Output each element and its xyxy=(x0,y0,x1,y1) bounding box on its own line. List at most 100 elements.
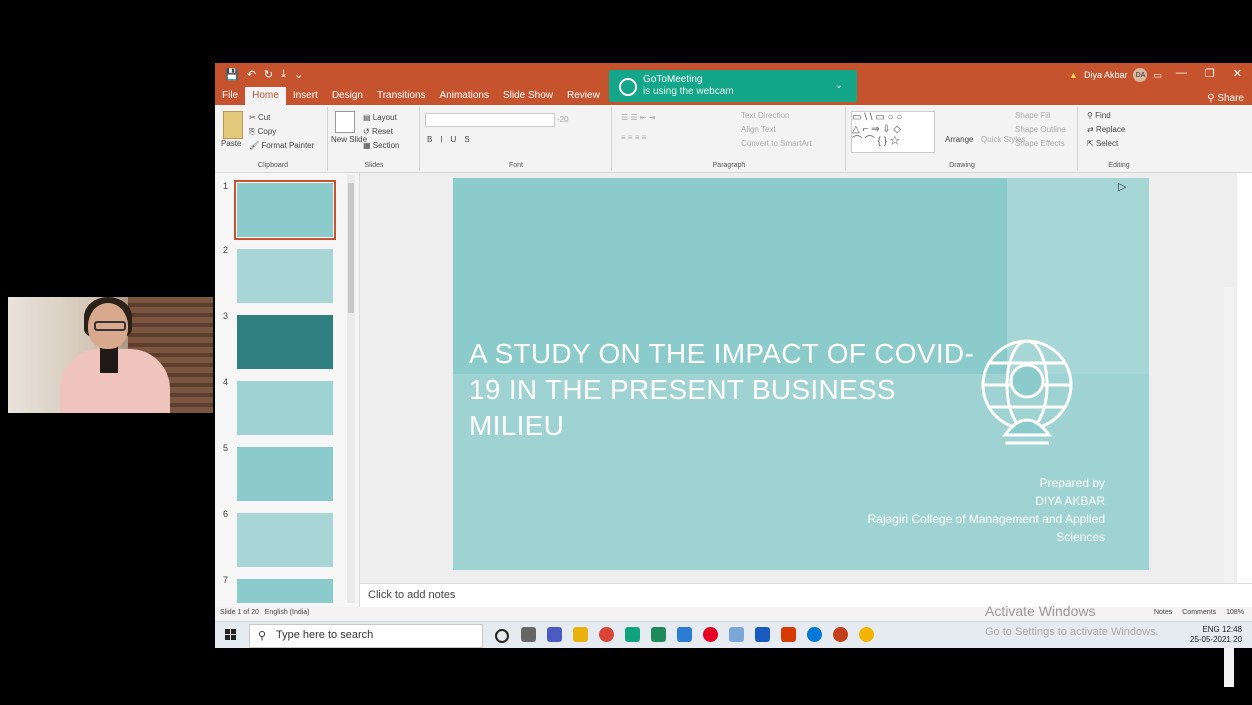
file-explorer-icon[interactable] xyxy=(573,627,588,642)
slide-thumb-2[interactable] xyxy=(237,249,333,303)
status-left: Slide 1 of 20 English (India) xyxy=(220,609,310,616)
cut-label: Cut xyxy=(257,113,271,122)
input-language[interactable]: ENG xyxy=(1202,625,1219,634)
bullets-icon[interactable]: ☰ ☰ ⇤ ⇥ xyxy=(621,113,655,122)
restore-icon[interactable]: ❐ xyxy=(1205,67,1215,80)
app-icon-orange[interactable] xyxy=(781,627,796,642)
system-tray[interactable]: ENG 12:48 25-05-2021 20 xyxy=(1190,625,1242,645)
align-text-button[interactable]: Align Text xyxy=(741,125,776,134)
close-icon[interactable]: ✕ xyxy=(1233,67,1242,80)
copy-button[interactable]: ⎘ Copy xyxy=(249,127,276,137)
prepared-by: Prepared by xyxy=(1039,476,1105,490)
cut-button[interactable]: ✂ Cut xyxy=(249,113,270,122)
app-icon-dark-green[interactable] xyxy=(651,627,666,642)
ribbon-display-icon[interactable]: ▭ xyxy=(1153,70,1162,81)
smartart-button[interactable]: Convert to SmartArt xyxy=(741,139,812,148)
tab-review[interactable]: Review xyxy=(560,87,607,105)
notes-button[interactable]: Notes xyxy=(1154,609,1172,616)
shape-effects-button[interactable]: Shape Effects xyxy=(1015,139,1065,148)
find-button[interactable]: ⚲ Find xyxy=(1087,111,1111,120)
powerpoint-icon[interactable] xyxy=(833,627,848,642)
tab-file[interactable]: File xyxy=(215,87,245,105)
undo-icon[interactable]: ↶ xyxy=(247,68,256,81)
tab-transitions[interactable]: Transitions xyxy=(370,87,433,105)
comments-button[interactable]: Comments xyxy=(1182,609,1216,616)
shapes-gallery[interactable]: ▭ \ \ ▭ ○ ○ △ ⌐ ⇒ ⇩ ◇ ⌒ ⌒ { } ☆ xyxy=(851,111,935,153)
section-button[interactable]: ▦ Section xyxy=(363,141,399,150)
select-button[interactable]: ⇱ Select xyxy=(1087,139,1118,148)
save-icon[interactable]: 💾 xyxy=(225,68,239,81)
new-slide-button[interactable]: New Slide xyxy=(331,135,367,144)
slide-thumb-3[interactable] xyxy=(237,315,333,369)
zoom-level[interactable]: 108% xyxy=(1226,609,1244,616)
slide-credits[interactable]: Prepared by DIYA AKBAR Rajagiri College … xyxy=(845,474,1106,546)
chrome-icon[interactable] xyxy=(599,627,614,642)
replace-button[interactable]: ⇄ Replace xyxy=(1087,125,1125,134)
editing-group: ⚲ Find ⇄ Replace ⇱ Select Editing xyxy=(1079,107,1159,171)
globe-person-icon xyxy=(981,339,1073,445)
slide-1[interactable]: A STUDY ON THE IMPACT OF COVID-19 IN THE… xyxy=(453,178,1149,570)
thumbnails-scrollbar[interactable] xyxy=(347,175,355,603)
slide-thumb-1[interactable] xyxy=(234,180,336,240)
slide-thumb-4[interactable] xyxy=(237,381,333,435)
font-format-buttons[interactable]: BIUS xyxy=(427,135,478,144)
thumb-number: 4 xyxy=(223,377,229,387)
paste-icon[interactable] xyxy=(223,111,243,139)
align-icon[interactable]: ≡ ≡ ≡ ≡ xyxy=(621,133,646,142)
checkmark-app-icon[interactable] xyxy=(677,627,692,642)
minimize-icon[interactable]: — xyxy=(1176,67,1187,80)
task-view-icon[interactable] xyxy=(521,627,536,642)
cortana-icon[interactable] xyxy=(495,629,509,643)
drawing-group: ▭ \ \ ▭ ○ ○ △ ⌐ ⇒ ⇩ ◇ ⌒ ⌒ { } ☆ Arrange Qu… xyxy=(847,107,1078,171)
pinterest-icon[interactable] xyxy=(703,627,718,642)
app-icon-blue[interactable] xyxy=(729,627,744,642)
slide-thumbnails-pane: 1 2 3 4 5 6 7 xyxy=(215,173,360,607)
teams-icon[interactable] xyxy=(547,627,562,642)
edge-icon[interactable] xyxy=(807,627,822,642)
paragraph-label: Paragraph xyxy=(712,162,746,169)
windows-start-icon[interactable] xyxy=(225,629,237,641)
drawing-label: Drawing xyxy=(949,162,975,169)
clipboard-label: Clipboard xyxy=(258,162,288,169)
slide-thumb-6[interactable] xyxy=(237,513,333,567)
language[interactable]: English (India) xyxy=(265,609,310,616)
notification-count[interactable]: 20 xyxy=(1233,635,1242,644)
layout-button[interactable]: ▤ Layout xyxy=(363,113,397,122)
webcam-feed xyxy=(8,297,213,413)
shape-fill-button[interactable]: Shape Fill xyxy=(1015,111,1051,120)
format-painter-button[interactable]: 🖌 Format Painter xyxy=(249,141,314,150)
text-direction-button[interactable]: Text Direction xyxy=(741,111,789,120)
present-icon[interactable]: ⤓ xyxy=(281,68,286,81)
tab-slide-show[interactable]: Slide Show xyxy=(496,87,560,105)
scrollbar-thumb[interactable] xyxy=(348,183,354,313)
tab-design[interactable]: Design xyxy=(325,87,370,105)
app-icon-green[interactable] xyxy=(625,627,640,642)
font-size-field[interactable]: -20 xyxy=(557,115,569,124)
tab-insert[interactable]: Insert xyxy=(286,87,325,105)
user-account[interactable]: ▲ Diya Akbar DA ▭ xyxy=(1069,68,1162,82)
reset-button[interactable]: ↺ Reset xyxy=(363,127,393,136)
app-icon-yellow[interactable] xyxy=(859,627,874,642)
editing-label: Editing xyxy=(1108,162,1130,169)
thumb-number: 2 xyxy=(223,245,229,255)
arrange-button[interactable]: Arrange xyxy=(945,135,973,144)
tab-home[interactable]: Home xyxy=(245,87,286,105)
paste-button[interactable]: Paste xyxy=(221,139,241,148)
chevron-down-icon[interactable]: ⌄ xyxy=(835,80,843,91)
slide-title[interactable]: A STUDY ON THE IMPACT OF COVID-19 IN THE… xyxy=(469,336,989,444)
tab-animations[interactable]: Animations xyxy=(433,87,496,105)
share-button[interactable]: ⚲ Share xyxy=(1207,93,1244,104)
taskbar-search[interactable]: ⚲ Type here to search xyxy=(249,624,483,648)
font-group: -20 BIUS Font xyxy=(421,107,612,171)
replace-label: Replace xyxy=(1095,125,1126,134)
new-slide-icon[interactable] xyxy=(335,111,355,133)
font-name-field[interactable] xyxy=(425,113,555,127)
customize-qat-icon[interactable]: ⌄ xyxy=(294,68,303,81)
notes-pane[interactable]: Click to add notes xyxy=(360,583,1252,608)
shape-outline-button[interactable]: Shape Outline xyxy=(1015,125,1066,134)
gotomeeting-notification[interactable]: GoToMeeting is using the webcam ⌄ xyxy=(609,70,857,102)
slide-thumb-5[interactable] xyxy=(237,447,333,501)
slide-thumb-7[interactable] xyxy=(237,579,333,603)
word-icon[interactable] xyxy=(755,627,770,642)
redo-icon[interactable]: ↻ xyxy=(264,68,273,81)
